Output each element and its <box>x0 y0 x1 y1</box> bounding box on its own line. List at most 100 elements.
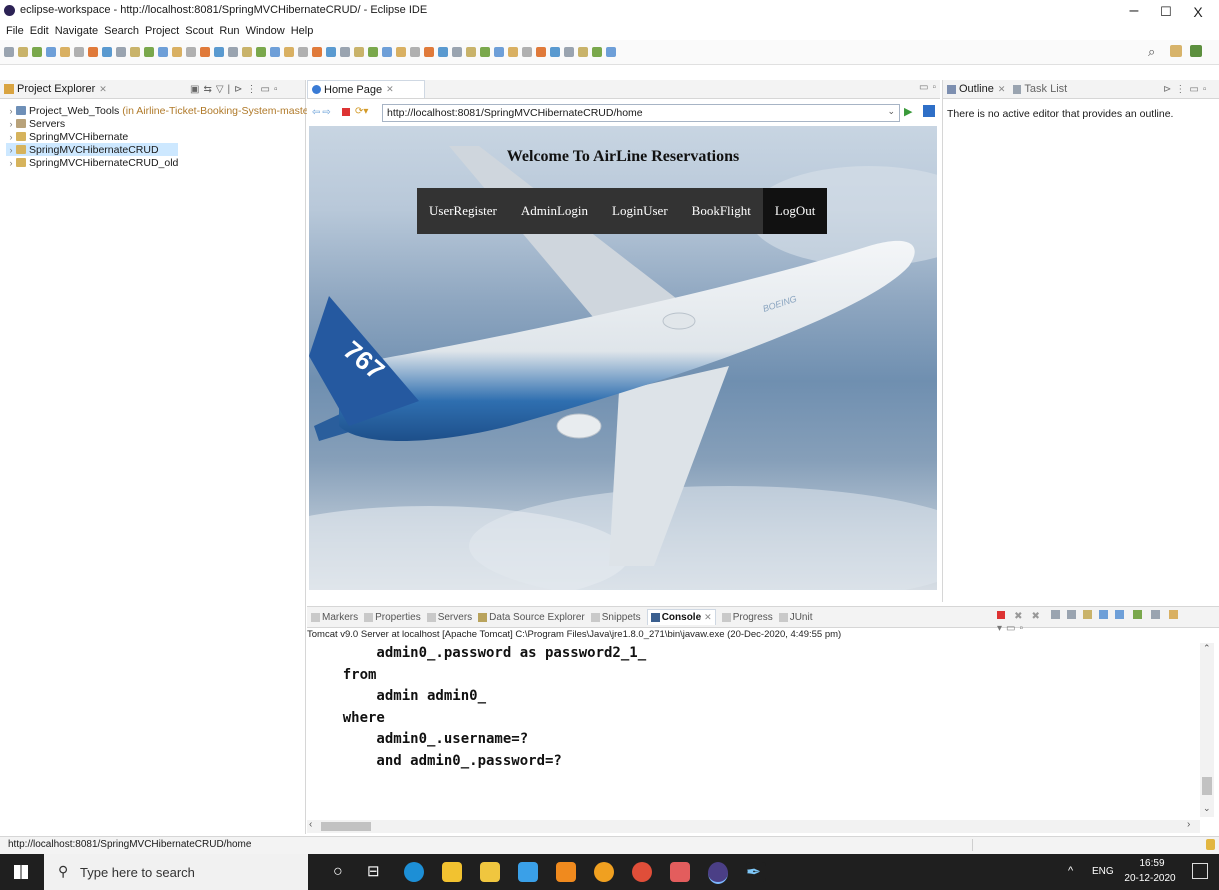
toolbar-icon[interactable] <box>326 47 336 57</box>
chevron-right-icon[interactable]: › <box>6 132 16 142</box>
vlc-icon[interactable] <box>556 862 576 882</box>
toolbar-icon[interactable] <box>606 47 616 57</box>
editor-window-controls[interactable]: ▭▫ <box>919 82 940 93</box>
toolbar-icon[interactable] <box>578 47 588 57</box>
toolbar-icon[interactable] <box>424 47 434 57</box>
java-ee-perspective-icon[interactable] <box>1190 45 1202 57</box>
scroll-down-icon[interactable]: ⌄ <box>1203 803 1211 814</box>
toolbar-icon[interactable] <box>312 47 322 57</box>
menu-edit[interactable]: Edit <box>30 25 49 37</box>
console-horizontal-scrollbar[interactable]: ‹ › <box>307 819 1200 833</box>
toolbar-icon[interactable] <box>228 47 238 57</box>
show-on-stderr-icon[interactable] <box>1115 610 1125 619</box>
terminate-icon[interactable] <box>997 611 1005 619</box>
close-tab-icon[interactable]: ✕ <box>99 84 107 95</box>
tab-data-source-explorer[interactable]: Data Source Explorer <box>478 612 585 623</box>
refresh-icon[interactable]: ⟳▾ <box>355 106 368 117</box>
search-icon[interactable]: ⌕ <box>1148 44 1155 60</box>
toolbar-icon[interactable] <box>88 47 98 57</box>
close-button[interactable]: X <box>1183 4 1213 20</box>
firefox-icon[interactable] <box>594 862 614 882</box>
toolbar-icon[interactable] <box>214 47 224 57</box>
language-indicator[interactable]: ENG <box>1092 866 1114 877</box>
toolbar-icon[interactable] <box>592 47 602 57</box>
tab-junit[interactable]: JUnit <box>778 612 813 623</box>
toolbar-icon[interactable] <box>102 47 112 57</box>
remove-all-icon[interactable]: ✖ <box>1032 611 1040 622</box>
toolbar-icon[interactable] <box>186 47 196 57</box>
chevron-right-icon[interactable]: › <box>6 158 16 168</box>
notification-icon[interactable] <box>1206 839 1215 850</box>
toolbar-icon[interactable] <box>284 47 294 57</box>
stop-icon[interactable] <box>342 108 350 116</box>
toolbar-icon[interactable] <box>130 47 140 57</box>
toolbar-icon[interactable] <box>4 47 14 57</box>
nav-admin-login[interactable]: AdminLogin <box>509 188 600 234</box>
menu-scout[interactable]: Scout <box>185 25 213 37</box>
clock-time[interactable]: 16:59 <box>1128 858 1176 869</box>
menu-help[interactable]: Help <box>291 25 314 37</box>
toolbar-icon[interactable] <box>46 47 56 57</box>
toolbar-icon[interactable] <box>438 47 448 57</box>
close-tab-icon[interactable]: ✕ <box>998 84 1006 95</box>
toolbar-icon[interactable] <box>270 47 280 57</box>
toolbar-icon[interactable] <box>522 47 532 57</box>
toolbar-icon[interactable] <box>158 47 168 57</box>
clock-date[interactable]: 20-12-2020 <box>1120 873 1180 884</box>
back-forward-icons[interactable]: ⇦⇨ <box>312 107 333 118</box>
tree-item-springmvchibernatecrud-old[interactable]: › SpringMVCHibernateCRUD_old <box>6 156 316 169</box>
toolbar-icon[interactable] <box>32 47 42 57</box>
toolbar-icon[interactable] <box>466 47 476 57</box>
toolbar-icon[interactable] <box>298 47 308 57</box>
chrome-icon[interactable] <box>632 862 652 882</box>
url-field[interactable]: http://localhost:8081/SpringMVCHibernate… <box>382 104 900 122</box>
console-output[interactable]: admin0_.password as password2_1_ from ad… <box>309 643 1189 817</box>
tab-progress[interactable]: Progress <box>721 612 773 623</box>
menu-file[interactable]: File <box>6 25 24 37</box>
menu-navigate[interactable]: Navigate <box>55 25 98 37</box>
toolbar-icon[interactable] <box>382 47 392 57</box>
nav-book-flight[interactable]: BookFlight <box>680 188 763 234</box>
perspective-icon[interactable] <box>1170 45 1182 57</box>
clear-console-icon[interactable] <box>1050 610 1060 619</box>
toolbar-icon[interactable] <box>396 47 406 57</box>
toolbar-icon[interactable] <box>368 47 378 57</box>
pin-console-icon[interactable] <box>1133 610 1143 619</box>
nav-logout[interactable]: LogOut <box>762 188 828 234</box>
store-icon[interactable] <box>480 862 500 882</box>
scroll-lock-icon[interactable] <box>1067 610 1077 619</box>
toolbar-icon[interactable] <box>340 47 350 57</box>
windows-start-icon[interactable] <box>14 865 28 879</box>
menu-window[interactable]: Window <box>246 25 285 37</box>
chevron-right-icon[interactable]: › <box>6 106 16 116</box>
toolbar-icon[interactable] <box>494 47 504 57</box>
chevron-right-icon[interactable]: › <box>6 145 16 155</box>
tab-markers[interactable]: Markers <box>311 612 358 623</box>
eclipse-icon[interactable] <box>708 862 728 884</box>
toolbar-icon[interactable] <box>508 47 518 57</box>
console-window-controls[interactable]: ▾▭▫ <box>997 623 1027 634</box>
taskbar-search-box[interactable]: ⚲ Type here to search <box>44 854 308 890</box>
feather-icon[interactable]: ✒ <box>746 862 766 882</box>
chevron-right-icon[interactable]: › <box>6 119 16 129</box>
console-vertical-scrollbar[interactable]: ⌃ ⌄ <box>1200 643 1214 817</box>
file-explorer-icon[interactable] <box>442 862 462 882</box>
tab-outline[interactable]: Outline <box>959 83 994 95</box>
nav-user-register[interactable]: UserRegister <box>417 188 509 234</box>
toolbar-icon[interactable] <box>144 47 154 57</box>
external-browser-icon[interactable] <box>923 105 935 117</box>
tree-item-servers[interactable]: › Servers <box>6 117 316 130</box>
word-wrap-icon[interactable] <box>1083 610 1093 619</box>
project-explorer-tab[interactable]: Project Explorer <box>17 83 95 95</box>
scroll-up-icon[interactable]: ⌃ <box>1203 643 1211 654</box>
tab-task-list[interactable]: Task List <box>1024 83 1067 95</box>
display-console-icon[interactable] <box>1151 610 1161 619</box>
toolbar-icon[interactable] <box>172 47 182 57</box>
go-icon[interactable]: ▶ <box>904 105 912 118</box>
toolbar-icon[interactable] <box>354 47 364 57</box>
toolbar-icon[interactable] <box>410 47 420 57</box>
scroll-right-icon[interactable]: › <box>1187 819 1190 830</box>
toolbar-icon[interactable] <box>256 47 266 57</box>
tree-item-springmvchibernate[interactable]: › SpringMVCHibernate <box>6 130 316 143</box>
close-tab-icon[interactable]: ✕ <box>704 612 712 623</box>
